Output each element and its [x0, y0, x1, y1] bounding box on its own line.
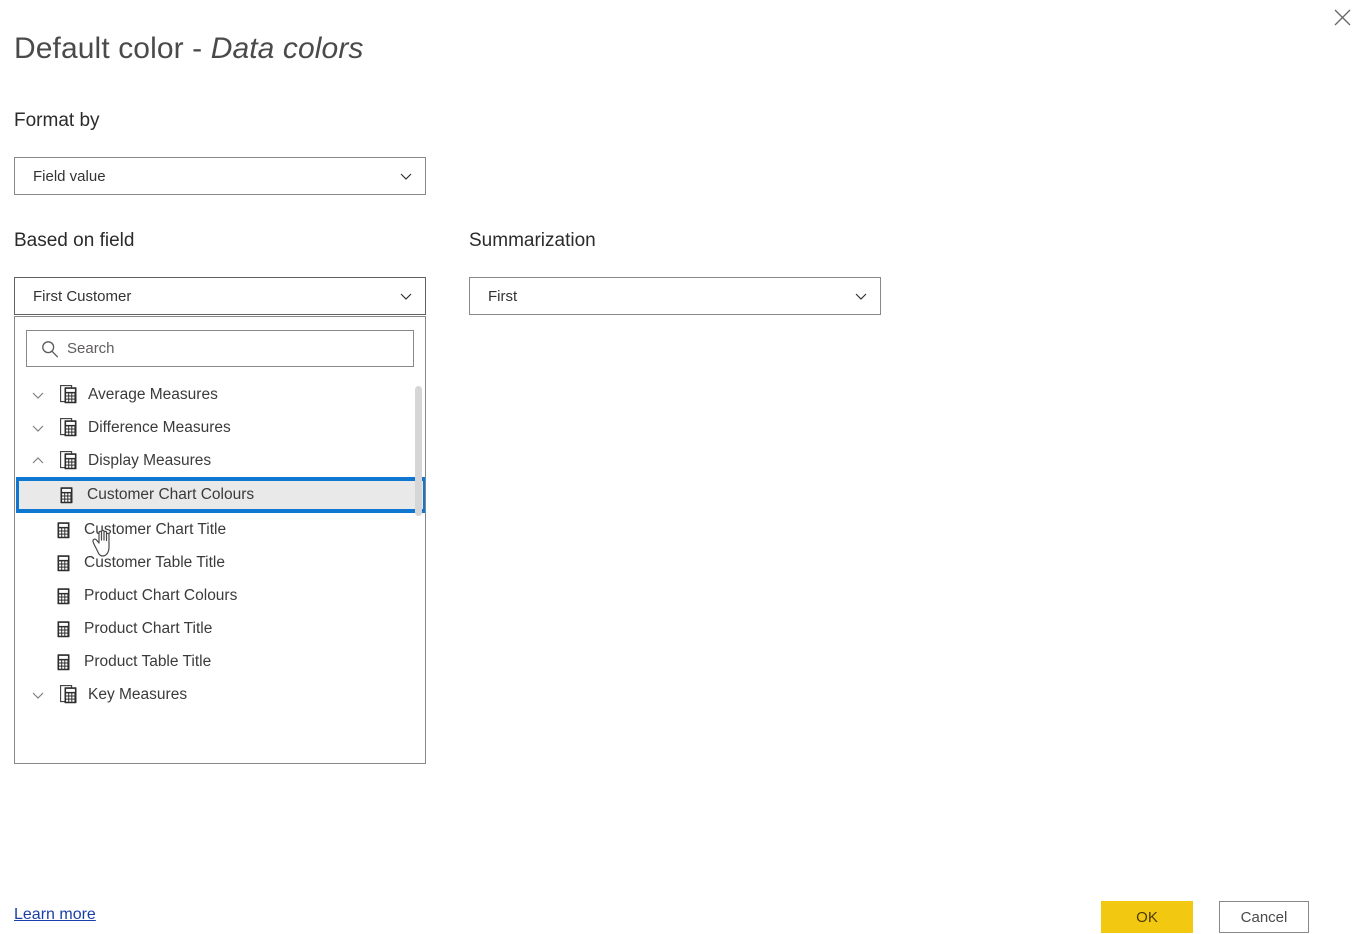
field-tree-item-label: Product Chart Colours [84, 586, 238, 604]
format-by-label: Format by [14, 110, 100, 131]
search-input[interactable] [67, 340, 405, 357]
chevron-down-icon [397, 287, 415, 305]
format-by-dropdown[interactable]: Field value [14, 157, 426, 195]
page-title: Default color - Data colors [14, 32, 364, 66]
chevron-down-icon[interactable] [30, 685, 56, 705]
based-on-field-value: First Customer [33, 287, 132, 305]
field-tree-item-label: Key Measures [88, 685, 188, 703]
field-tree-item[interactable]: Average Measures [16, 378, 425, 411]
measure-icon [52, 651, 78, 673]
measure-icon [52, 519, 78, 541]
field-tree-item-label: Customer Chart Colours [87, 486, 255, 503]
summarization-label: Summarization [469, 230, 596, 251]
field-tree-item[interactable]: Customer Chart Title [16, 513, 425, 546]
chevron-down-icon[interactable] [30, 385, 56, 405]
search-box[interactable] [26, 330, 414, 367]
field-tree-item[interactable]: Key Measures [16, 678, 425, 711]
based-on-field-label: Based on field [14, 230, 135, 251]
page-title-context: Data colors [210, 32, 364, 65]
vertical-scrollbar[interactable] [415, 386, 422, 516]
field-tree-item[interactable]: Display Measures [16, 444, 425, 477]
measure-folder-icon [56, 450, 82, 472]
field-tree[interactable]: Average Measures Difference Measures Displ… [16, 378, 425, 763]
format-by-value: Field value [33, 167, 106, 185]
measure-folder-icon [56, 417, 82, 439]
chevron-down-icon [852, 287, 870, 305]
page-title-main: Default color - [14, 32, 211, 65]
field-tree-item-label: Product Chart Title [84, 619, 213, 637]
chevron-up-icon[interactable] [30, 451, 56, 471]
measure-folder-icon [56, 684, 82, 706]
search-icon [39, 338, 61, 360]
learn-more-link[interactable]: Learn more [14, 906, 96, 924]
field-tree-item-label: Customer Chart Title [84, 520, 227, 538]
field-tree-item-label: Average Measures [88, 385, 218, 403]
chevron-down-icon [397, 167, 415, 185]
field-tree-item-label: Customer Table Title [84, 553, 225, 571]
measure-icon [55, 484, 81, 506]
measure-icon [52, 618, 78, 640]
chevron-down-icon[interactable] [30, 418, 56, 438]
close-icon [1334, 9, 1351, 26]
field-tree-item[interactable]: Difference Measures [16, 411, 425, 444]
field-picker-panel: Average Measures Difference Measures Displ… [14, 316, 426, 764]
field-tree-item[interactable]: Product Chart Title [16, 612, 425, 645]
field-tree-item-selected[interactable]: Customer Chart Colours [16, 477, 425, 513]
field-tree-item[interactable]: Customer Table Title [16, 546, 425, 579]
close-button[interactable] [1320, 0, 1356, 34]
field-tree-item[interactable]: Product Chart Colours [16, 579, 425, 612]
measure-icon [52, 585, 78, 607]
measure-icon [52, 552, 78, 574]
ok-button[interactable]: OK [1101, 901, 1193, 933]
field-tree-item-label: Product Table Title [84, 652, 212, 670]
based-on-field-dropdown[interactable]: First Customer [14, 277, 426, 315]
field-tree-item-label: Display Measures [88, 451, 212, 469]
summarization-value: First [488, 287, 518, 305]
field-tree-item[interactable]: Product Table Title [16, 645, 425, 678]
summarization-dropdown[interactable]: First [469, 277, 881, 315]
field-tree-item-label: Difference Measures [88, 418, 231, 436]
cancel-button[interactable]: Cancel [1219, 901, 1309, 933]
measure-folder-icon [56, 384, 82, 406]
